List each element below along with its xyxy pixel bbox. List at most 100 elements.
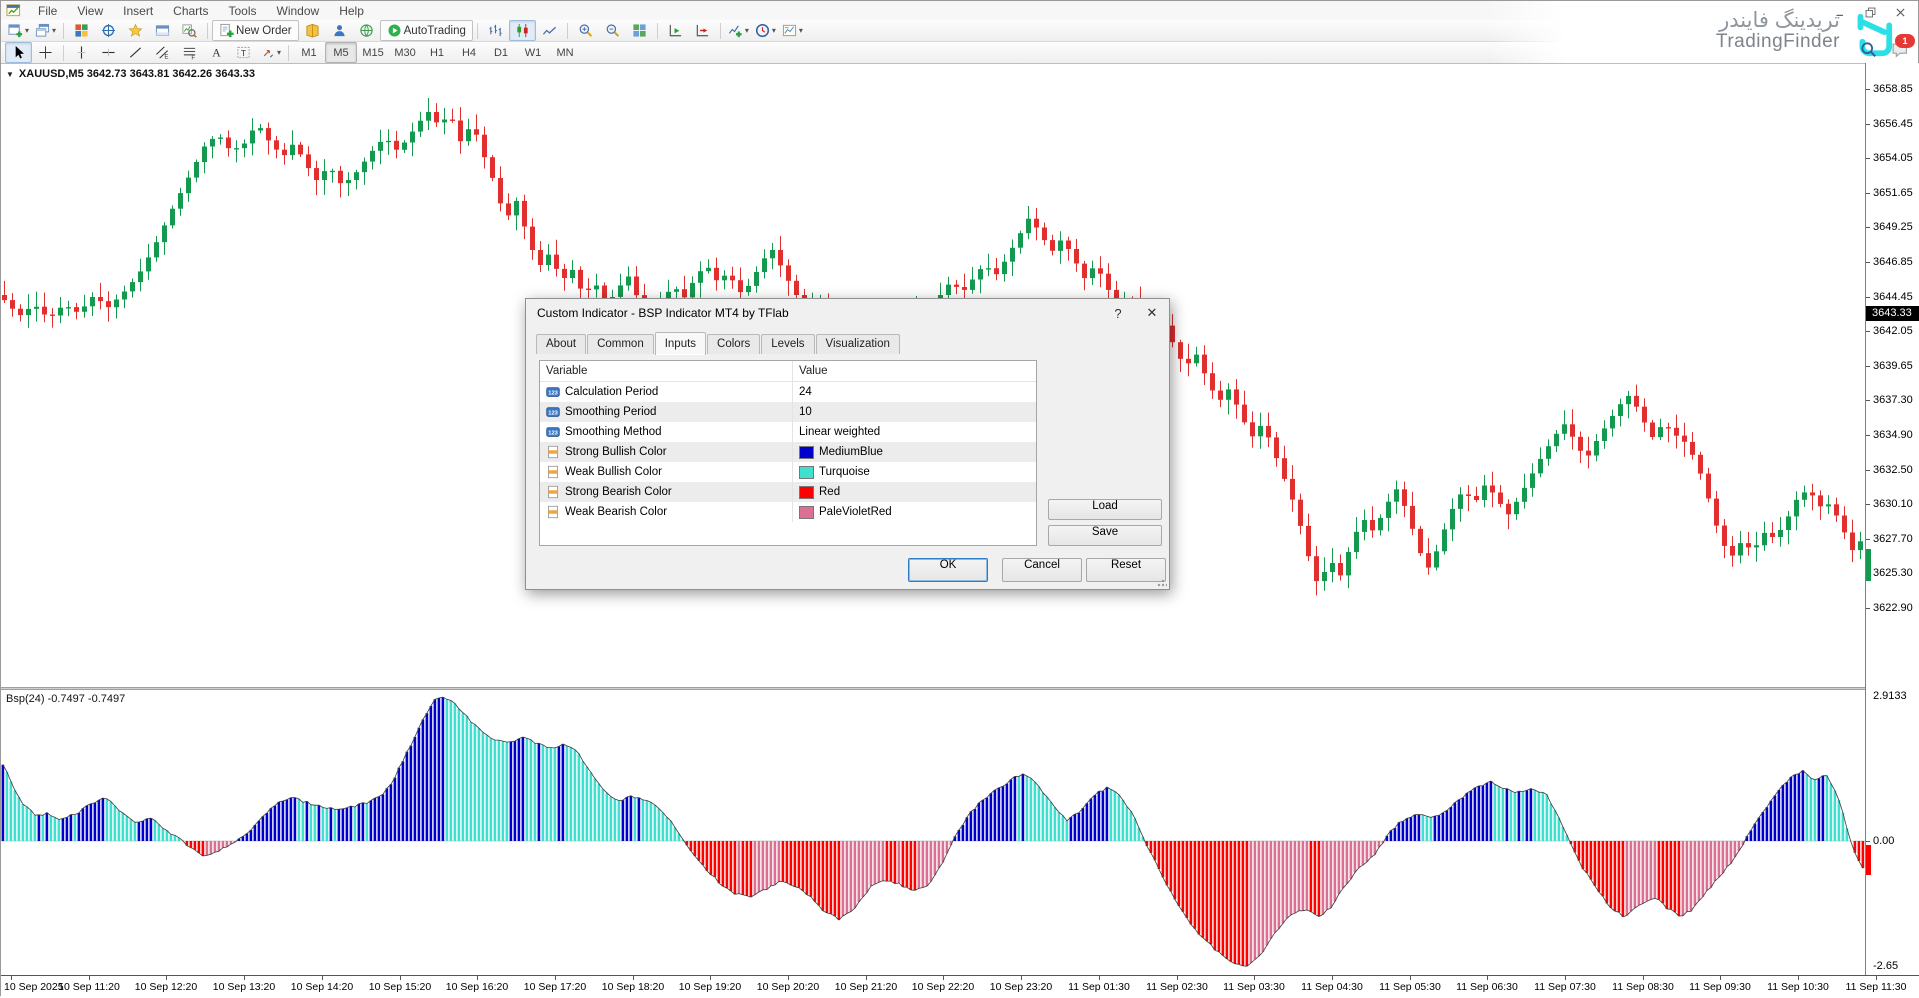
cursor-button[interactable] bbox=[5, 42, 32, 63]
tab-about[interactable]: About bbox=[536, 334, 586, 354]
horizontal-line-icon bbox=[101, 45, 116, 60]
table-row[interactable]: 123Calculation Period24 bbox=[540, 382, 1036, 402]
price-scale[interactable]: 3658.853656.453654.053651.653649.253646.… bbox=[1865, 63, 1919, 975]
value-cell[interactable]: Linear weighted bbox=[792, 422, 1036, 442]
timeframe-m1-button[interactable]: M1 bbox=[293, 42, 325, 63]
price-tick bbox=[1866, 400, 1870, 401]
symbol-ohlc-text: XAUUSD,M5 3642.73 3643.81 3642.26 3643.3… bbox=[19, 68, 255, 80]
text-label-button[interactable]: T bbox=[230, 42, 257, 63]
dialog-title-bar[interactable]: Custom Indicator - BSP Indicator MT4 by … bbox=[526, 299, 1169, 327]
search-icon bbox=[1860, 41, 1877, 58]
trendline-button[interactable] bbox=[122, 42, 149, 63]
fibonacci-button[interactable]: F bbox=[176, 42, 203, 63]
ok-button[interactable]: OK bbox=[908, 558, 988, 582]
market-watch-button[interactable] bbox=[68, 20, 95, 41]
menu-charts[interactable]: Charts bbox=[163, 2, 218, 20]
metaeditor-button[interactable] bbox=[299, 20, 326, 41]
brand-wordmark: تریدینگ فایندر TradingFinder bbox=[1716, 10, 1840, 52]
menu-view[interactable]: View bbox=[67, 2, 113, 20]
table-row[interactable]: 123Smoothing Period10 bbox=[540, 402, 1036, 422]
price-tick bbox=[1866, 470, 1870, 471]
indicators-button[interactable]: ▾ bbox=[725, 20, 752, 41]
resize-grip[interactable] bbox=[1157, 577, 1167, 587]
profiles-button[interactable]: ▾ bbox=[32, 20, 59, 41]
timeframe-m5-button[interactable]: M5 bbox=[325, 42, 357, 63]
table-row[interactable]: Strong Bearish ColorRed bbox=[540, 482, 1036, 502]
channel-button[interactable]: E bbox=[149, 42, 176, 63]
line-chart-button[interactable] bbox=[536, 20, 563, 41]
timeframe-m15-button[interactable]: M15 bbox=[357, 42, 389, 63]
price-tick-label: 3639.65 bbox=[1873, 360, 1913, 372]
menu-help[interactable]: Help bbox=[329, 2, 374, 20]
load-button[interactable]: Load bbox=[1048, 499, 1162, 520]
bsp-histogram[interactable]: Bsp(24) -0.7497 -0.7497 bbox=[1, 690, 1865, 975]
column-header-variable: Variable bbox=[540, 365, 792, 377]
timeframe-h1-button[interactable]: H1 bbox=[421, 42, 453, 63]
tab-common[interactable]: Common bbox=[587, 334, 654, 354]
zoom-out-button[interactable] bbox=[599, 20, 626, 41]
reset-button[interactable]: Reset bbox=[1086, 558, 1166, 582]
candle-chart-button[interactable] bbox=[509, 20, 536, 41]
bar-chart-button[interactable] bbox=[482, 20, 509, 41]
data-window-icon bbox=[101, 23, 116, 38]
strategy-tester-button[interactable] bbox=[176, 20, 203, 41]
templates-button[interactable]: ▾ bbox=[779, 20, 806, 41]
value-cell[interactable]: MediumBlue bbox=[792, 442, 1036, 462]
save-button[interactable]: Save bbox=[1048, 525, 1162, 546]
timeframe-mn-button[interactable]: MN bbox=[549, 42, 581, 63]
arrows-button[interactable]: ▾ bbox=[257, 42, 284, 63]
menu-tools[interactable]: Tools bbox=[219, 2, 267, 20]
price-tick bbox=[1866, 89, 1870, 90]
zoom-in-button[interactable] bbox=[572, 20, 599, 41]
dialog-help-button[interactable]: ? bbox=[1101, 302, 1135, 324]
svg-text:123: 123 bbox=[548, 410, 558, 416]
data-window-button[interactable] bbox=[95, 20, 122, 41]
table-row[interactable]: Strong Bullish ColorMediumBlue bbox=[540, 442, 1036, 462]
value-cell[interactable]: Red bbox=[792, 482, 1036, 502]
tab-levels[interactable]: Levels bbox=[761, 334, 814, 354]
text-button[interactable]: A bbox=[203, 42, 230, 63]
terminal-button[interactable] bbox=[149, 20, 176, 41]
timeframe-w1-button[interactable]: W1 bbox=[517, 42, 549, 63]
timeframe-m30-button[interactable]: M30 bbox=[389, 42, 421, 63]
tab-colors[interactable]: Colors bbox=[707, 334, 760, 354]
table-row[interactable]: 123Smoothing MethodLinear weighted bbox=[540, 422, 1036, 442]
menu-window[interactable]: Window bbox=[267, 2, 330, 20]
time-axis[interactable]: 10 Sep 202510 Sep 11:2010 Sep 12:2010 Se… bbox=[1, 975, 1919, 998]
autotrading-button[interactable]: AutoTrading bbox=[380, 20, 473, 41]
dialog-title: Custom Indicator - BSP Indicator MT4 by … bbox=[537, 306, 1101, 320]
navigator-button[interactable] bbox=[122, 20, 149, 41]
new-order-button[interactable]: New Order bbox=[212, 20, 299, 41]
value-cell[interactable]: 24 bbox=[792, 382, 1036, 402]
table-row[interactable]: Weak Bullish ColorTurquoise bbox=[540, 462, 1036, 482]
auto-scroll-button[interactable] bbox=[662, 20, 689, 41]
experts-button[interactable] bbox=[326, 20, 353, 41]
chat-icon[interactable]: 1 bbox=[1891, 41, 1908, 63]
table-row[interactable]: Weak Bearish ColorPaleVioletRed bbox=[540, 502, 1036, 522]
time-tick bbox=[1021, 976, 1022, 980]
tab-inputs[interactable]: Inputs bbox=[655, 332, 706, 355]
collapse-ohlc-arrow[interactable]: ▼ bbox=[6, 70, 14, 79]
timeframe-h4-button[interactable]: H4 bbox=[453, 42, 485, 63]
news-button[interactable] bbox=[353, 20, 380, 41]
cancel-button[interactable]: Cancel bbox=[1002, 558, 1082, 582]
value-cell[interactable]: Turquoise bbox=[792, 462, 1036, 482]
timeframe-d1-button[interactable]: D1 bbox=[485, 42, 517, 63]
new-chart-button[interactable]: ▾ bbox=[5, 20, 32, 41]
crosshair-button[interactable] bbox=[32, 42, 59, 63]
tab-visualization[interactable]: Visualization bbox=[816, 334, 900, 354]
dialog-close-button[interactable]: ✕ bbox=[1135, 302, 1169, 324]
menu-file[interactable]: File bbox=[28, 2, 67, 20]
menu-insert[interactable]: Insert bbox=[113, 2, 163, 20]
search-icon[interactable] bbox=[1860, 41, 1877, 63]
brand-name-english: TradingFinder bbox=[1716, 32, 1840, 52]
tile-windows-button[interactable] bbox=[626, 20, 653, 41]
value-cell[interactable]: 10 bbox=[792, 402, 1036, 422]
column-header-value: Value bbox=[792, 361, 1036, 381]
value-cell[interactable]: PaleVioletRed bbox=[792, 502, 1036, 522]
vertical-line-button[interactable] bbox=[68, 42, 95, 63]
price-tick-label: 3649.25 bbox=[1873, 221, 1913, 233]
horizontal-line-button[interactable] bbox=[95, 42, 122, 63]
periods-button[interactable]: ▾ bbox=[752, 20, 779, 41]
chart-shift-button[interactable] bbox=[689, 20, 716, 41]
